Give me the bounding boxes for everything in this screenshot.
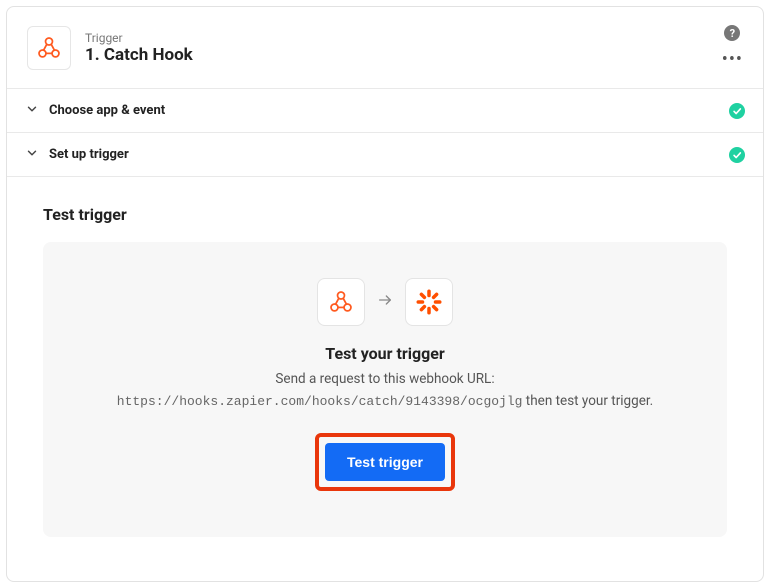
section-setup-trigger[interactable]: Set up trigger	[7, 132, 763, 176]
chevron-down-icon	[25, 145, 39, 164]
webhook-url: https://hooks.zapier.com/hooks/catch/914…	[117, 394, 523, 409]
trigger-kicker: Trigger	[85, 31, 708, 45]
test-box: Test your trigger Send a request to this…	[43, 242, 727, 537]
arrow-right-icon	[377, 292, 393, 312]
url-suffix: then test your trigger.	[522, 393, 653, 409]
help-icon[interactable]: ?	[724, 25, 740, 41]
section-label: Choose app & event	[49, 103, 719, 118]
test-heading: Test your trigger	[67, 344, 703, 363]
test-trigger-button[interactable]: Test trigger	[325, 443, 445, 481]
zapier-icon	[405, 278, 453, 326]
more-menu-icon[interactable]: •••	[722, 49, 743, 70]
zapier-logo-icon	[414, 287, 444, 317]
trigger-header: Trigger 1. Catch Hook ? •••	[7, 7, 763, 88]
section-choose-app[interactable]: Choose app & event	[7, 88, 763, 132]
highlight-box: Test trigger	[315, 433, 455, 491]
header-actions: ? •••	[722, 25, 743, 70]
trigger-card: Trigger 1. Catch Hook ? ••• Choose app &…	[6, 6, 764, 582]
webhook-icon	[36, 35, 62, 61]
source-app-icon	[317, 278, 365, 326]
section-label: Set up trigger	[49, 147, 719, 162]
status-complete-icon	[729, 103, 745, 119]
test-subtext: Send a request to this webhook URL:	[67, 371, 703, 387]
chevron-down-icon	[25, 101, 39, 120]
trigger-title: 1. Catch Hook	[85, 45, 708, 65]
icon-row	[67, 278, 703, 326]
status-complete-icon	[729, 147, 745, 163]
header-text: Trigger 1. Catch Hook	[85, 31, 708, 65]
panel-title: Test trigger	[43, 205, 727, 224]
test-trigger-panel: Test trigger	[7, 176, 763, 581]
app-icon	[27, 26, 71, 70]
webhook-icon	[328, 289, 354, 315]
webhook-url-line: https://hooks.zapier.com/hooks/catch/914…	[67, 393, 703, 409]
